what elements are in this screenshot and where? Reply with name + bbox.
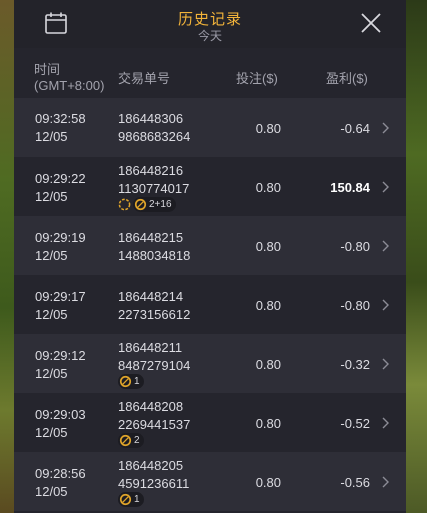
background-right	[406, 0, 427, 513]
bonus-coin-icon	[119, 375, 132, 388]
row-order-id: 186448216	[118, 163, 184, 178]
history-row[interactable]: 09:28:56 12/05 186448205 4591236611 1 0.…	[14, 452, 406, 511]
row-profit: -0.56	[340, 475, 370, 490]
row-round-id: 8487279104	[118, 358, 191, 373]
row-date: 12/05	[35, 307, 68, 322]
row-profit: 150.84	[330, 180, 370, 195]
row-bet: 0.80	[255, 357, 281, 372]
row-round-id: 9868683264	[118, 129, 191, 144]
bonus-badge: 1	[118, 492, 144, 507]
background-left	[0, 0, 14, 513]
row-round-id: 4591236611	[118, 476, 190, 491]
column-headers: 时间 (GMT+8:00) 交易单号 投注($) 盈利($)	[14, 48, 406, 98]
row-order-id: 186448208	[118, 399, 184, 414]
bonus-badge: 1	[118, 374, 144, 389]
row-round-id: 1130774017	[118, 181, 190, 196]
row-time: 09:29:19	[35, 230, 86, 245]
chevron-right-icon	[382, 181, 389, 193]
bonus-count: 2	[134, 435, 140, 446]
date-filter-label: 今天	[197, 29, 222, 43]
history-row[interactable]: 09:32:58 12/05 186448306 9868683264 0.80…	[14, 98, 406, 157]
history-row[interactable]: 09:29:03 12/05 186448208 2269441537 2 0.…	[14, 393, 406, 452]
row-time: 09:28:56	[35, 466, 86, 481]
row-round-id: 2273156612	[118, 307, 191, 322]
column-header-timezone: (GMT+8:00)	[34, 78, 105, 93]
bonus-badge: 2	[118, 433, 144, 448]
row-order-id: 186448215	[118, 230, 184, 245]
column-header-bet: 投注($)	[236, 71, 278, 86]
column-header-order: 交易单号	[118, 71, 171, 86]
row-order-id: 186448211	[118, 340, 183, 355]
row-date: 12/05	[35, 484, 68, 499]
row-time: 09:32:58	[35, 111, 86, 126]
row-badges: 1	[118, 492, 144, 507]
row-bet: 0.80	[255, 298, 281, 313]
bonus-coin-icon	[134, 198, 147, 211]
row-order-id: 186448306	[118, 111, 184, 126]
row-profit: -0.32	[340, 357, 370, 372]
bonus-count: 1	[134, 494, 140, 505]
history-row[interactable]: 09:29:22 12/05 186448216 1130774017 2+16…	[14, 157, 406, 216]
row-round-id: 2269441537	[118, 417, 191, 432]
free-spin-icon	[118, 198, 131, 211]
header: 历史记录 今天	[14, 0, 406, 48]
chevron-right-icon	[382, 358, 389, 370]
row-bet: 0.80	[255, 239, 281, 254]
row-date: 12/05	[35, 425, 68, 440]
row-badges: 2+16	[118, 197, 176, 212]
history-row[interactable]: 09:29:12 12/05 186448211 8487279104 1 0.…	[14, 334, 406, 393]
row-order-id: 186448214	[118, 289, 184, 304]
row-time: 09:29:12	[35, 348, 86, 363]
row-date: 12/05	[35, 248, 68, 263]
row-bet: 0.80	[255, 475, 281, 490]
close-icon[interactable]	[359, 11, 383, 35]
history-row[interactable]: 09:29:19 12/05 186448215 1488034818 0.80…	[14, 216, 406, 275]
bonus-coin-icon	[119, 493, 132, 506]
row-time: 09:29:22	[35, 171, 86, 186]
column-header-time: 时间	[34, 62, 61, 77]
row-time: 09:29:03	[35, 407, 86, 422]
chevron-right-icon	[382, 122, 389, 134]
chevron-right-icon	[382, 240, 389, 252]
history-row[interactable]: 09:29:17 12/05 186448214 2273156612 0.80…	[14, 275, 406, 334]
row-profit: -0.52	[340, 416, 370, 431]
chevron-right-icon	[382, 417, 389, 429]
row-profit: -0.80	[340, 239, 370, 254]
row-order-id: 186448205	[118, 458, 184, 473]
row-time: 09:29:17	[35, 289, 86, 304]
row-profit: -0.64	[340, 121, 370, 136]
bonus-count: 2+16	[149, 199, 172, 210]
row-profit: -0.80	[340, 298, 370, 313]
row-date: 12/05	[35, 366, 68, 381]
bonus-coin-icon	[119, 434, 132, 447]
row-badges: 1	[118, 374, 144, 389]
chevron-right-icon	[382, 476, 389, 488]
row-bet: 0.80	[255, 416, 281, 431]
row-date: 12/05	[35, 189, 68, 204]
column-header-profit: 盈利($)	[326, 71, 368, 86]
history-panel: 历史记录 今天 时间 (GMT+8:00) 交易单号 投注($) 盈利($) 0…	[14, 0, 406, 513]
row-date: 12/05	[35, 129, 68, 144]
bonus-badge: 2+16	[133, 197, 176, 212]
row-round-id: 1488034818	[118, 248, 191, 263]
row-badges: 2	[118, 433, 144, 448]
page-title: 历史记录	[177, 11, 242, 28]
row-bet: 0.80	[255, 121, 281, 136]
bonus-count: 1	[134, 376, 140, 387]
chevron-right-icon	[382, 299, 389, 311]
row-bet: 0.80	[255, 180, 281, 195]
